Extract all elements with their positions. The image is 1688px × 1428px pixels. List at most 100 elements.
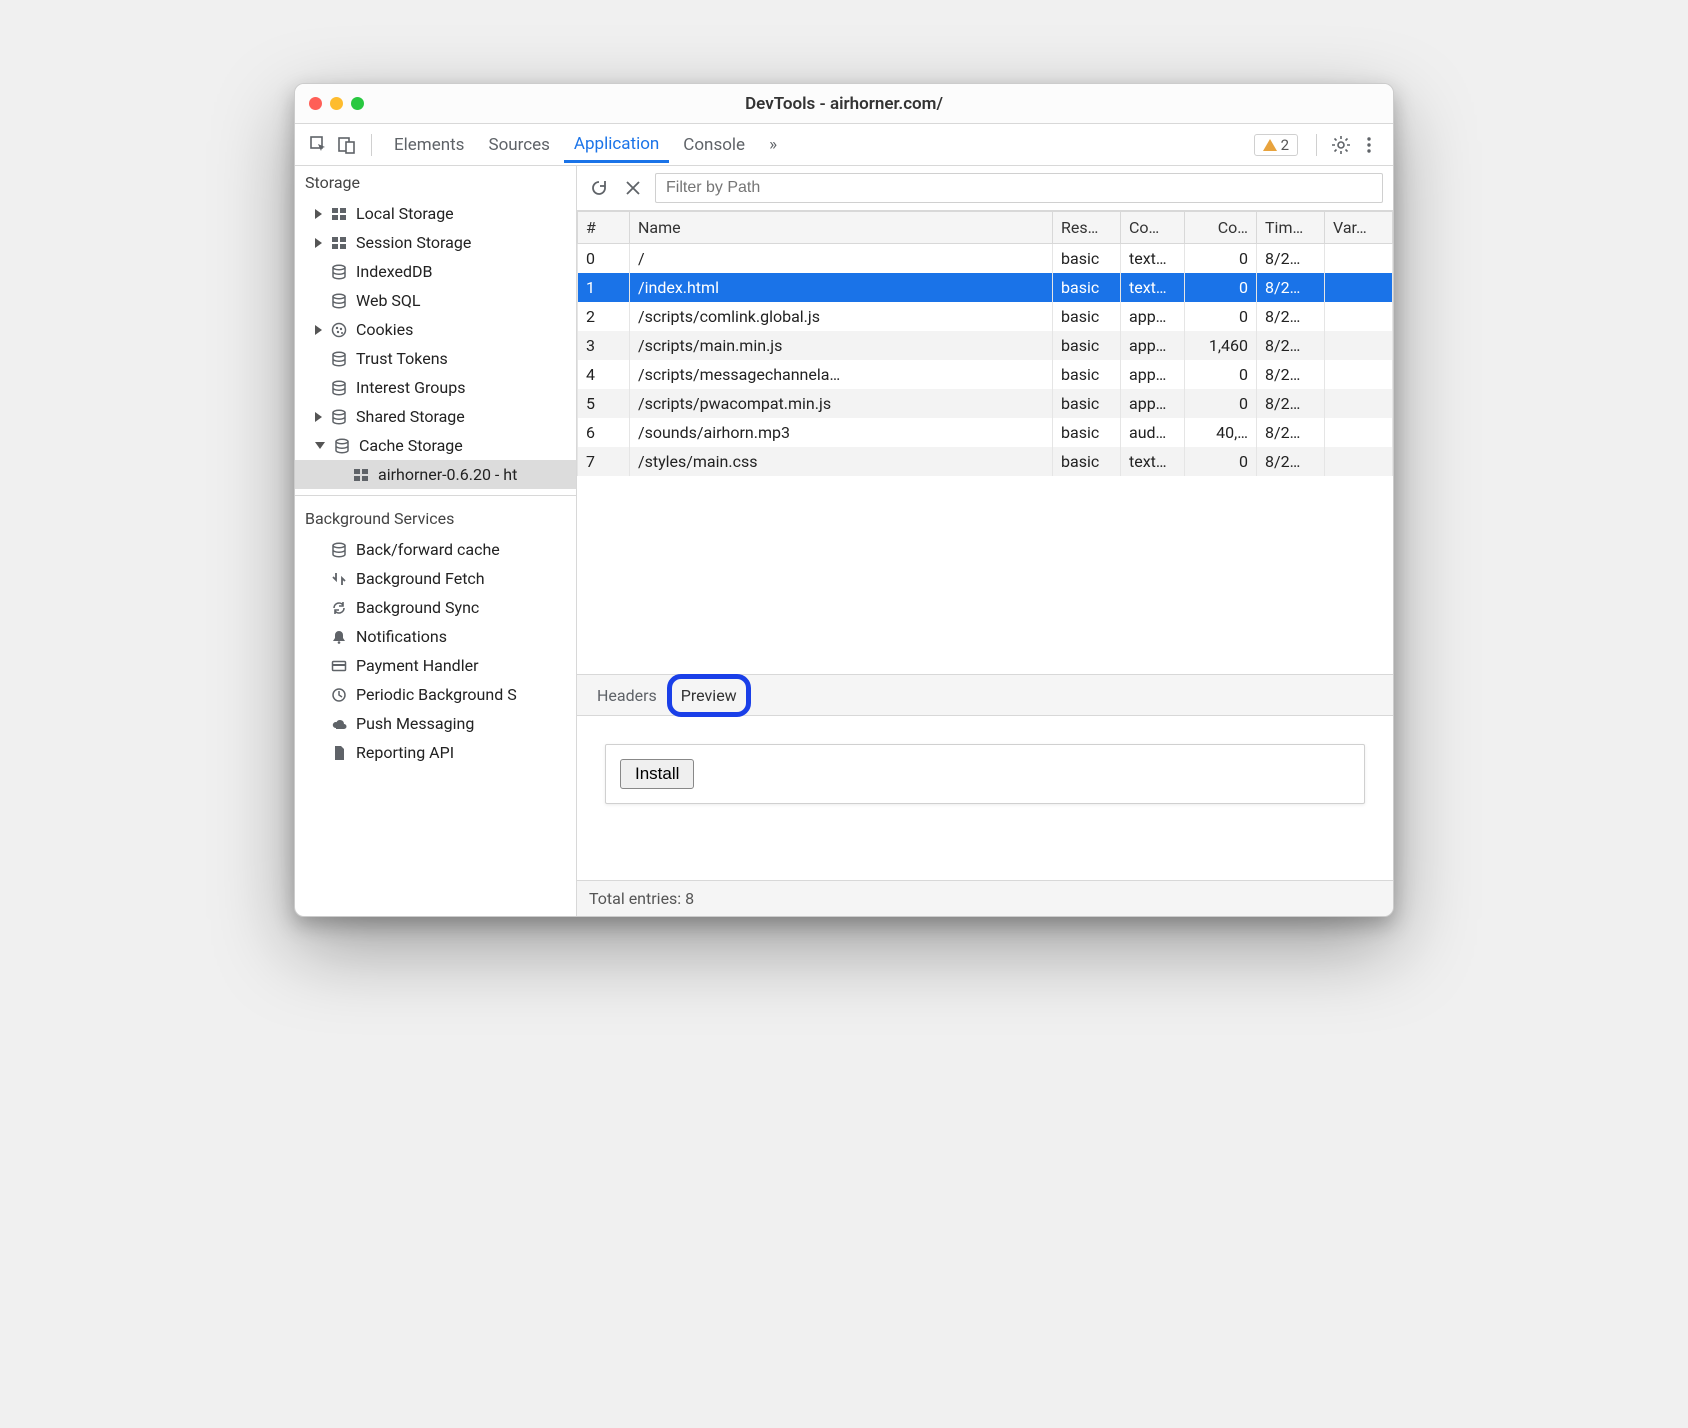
section-storage: Storage <box>295 166 576 199</box>
sidebar-item-periodic-background-s[interactable]: Periodic Background S <box>295 680 576 709</box>
grid-icon <box>330 205 348 223</box>
sidebar-item-label: Periodic Background S <box>356 685 517 704</box>
separator <box>1316 134 1317 156</box>
spacer <box>315 354 322 364</box>
divider <box>295 495 576 496</box>
kebab-icon[interactable] <box>1357 133 1381 157</box>
sidebar-item-web-sql[interactable]: Web SQL <box>295 286 576 315</box>
sidebar-item-cookies[interactable]: Cookies <box>295 315 576 344</box>
sidebar-item-interest-groups[interactable]: Interest Groups <box>295 373 576 402</box>
window-controls <box>309 97 364 110</box>
sidebar-item-label: Push Messaging <box>356 714 474 733</box>
sidebar-item-background-fetch[interactable]: Background Fetch <box>295 564 576 593</box>
chevron-icon[interactable] <box>315 325 322 335</box>
cell-co2: 0 <box>1185 244 1257 274</box>
cell-co2: 0 <box>1185 273 1257 302</box>
table-row[interactable]: 7/styles/main.cssbasictext…08/2… <box>578 447 1393 476</box>
clear-icon[interactable] <box>621 176 645 200</box>
sidebar-item-back-forward-cache[interactable]: Back/forward cache <box>295 535 576 564</box>
sidebar-item-label: airhorner-0.6.20 - ht <box>378 465 517 484</box>
table-row[interactable]: 4/scripts/messagechannela…basicapp…08/2… <box>578 360 1393 389</box>
sidebar-item-trust-tokens[interactable]: Trust Tokens <box>295 344 576 373</box>
chevron-icon[interactable] <box>315 209 322 219</box>
table-row[interactable]: 2/scripts/comlink.global.jsbasicapp…08/2… <box>578 302 1393 331</box>
sidebar-item-indexeddb[interactable]: IndexedDB <box>295 257 576 286</box>
sidebar-item-cache-storage[interactable]: Cache Storage <box>295 431 576 460</box>
table-row[interactable]: 0/basictext…08/2… <box>578 244 1393 274</box>
col-header[interactable]: Var… <box>1325 212 1393 244</box>
cell-co2: 40,… <box>1185 418 1257 447</box>
table-row[interactable]: 6/sounds/airhorn.mp3basicaud…40,…8/2… <box>578 418 1393 447</box>
cell-tim: 8/2… <box>1257 244 1325 274</box>
device-icon[interactable] <box>335 133 359 157</box>
tab-overflow[interactable]: » <box>759 127 787 163</box>
col-header[interactable]: Tim… <box>1257 212 1325 244</box>
sidebar-item-label: Background Sync <box>356 598 479 617</box>
sidebar-item-label: Cache Storage <box>359 436 463 455</box>
window-title: DevTools - airhorner.com/ <box>309 94 1379 114</box>
cell-idx: 1 <box>578 273 630 302</box>
tab-elements[interactable]: Elements <box>384 127 474 163</box>
cell-name: /index.html <box>630 273 1053 302</box>
cell-var <box>1325 331 1393 360</box>
sidebar-item-payment-handler[interactable]: Payment Handler <box>295 651 576 680</box>
grid-icon <box>330 234 348 252</box>
install-button[interactable]: Install <box>620 759 694 789</box>
cell-res: basic <box>1053 360 1121 389</box>
db-icon <box>330 379 348 397</box>
chevron-icon[interactable] <box>315 238 322 248</box>
sidebar-item-local-storage[interactable]: Local Storage <box>295 199 576 228</box>
bell-icon <box>330 628 348 646</box>
doc-icon <box>330 744 348 762</box>
sidebar-item-background-sync[interactable]: Background Sync <box>295 593 576 622</box>
tab-sources[interactable]: Sources <box>478 127 559 163</box>
inspect-icon[interactable] <box>307 133 331 157</box>
db-icon <box>330 541 348 559</box>
tab-application[interactable]: Application <box>564 126 669 163</box>
cell-co1: app… <box>1121 302 1185 331</box>
sidebar-item-session-storage[interactable]: Session Storage <box>295 228 576 257</box>
sidebar-item-label: Web SQL <box>356 291 421 310</box>
warnings-badge[interactable]: 2 <box>1254 134 1298 156</box>
table-row[interactable]: 3/scripts/main.min.jsbasicapp…1,4608/2… <box>578 331 1393 360</box>
tab-headers[interactable]: Headers <box>587 678 667 713</box>
col-header[interactable]: Co… <box>1121 212 1185 244</box>
chevron-icon[interactable] <box>315 442 325 449</box>
table-row[interactable]: 5/scripts/pwacompat.min.jsbasicapp…08/2… <box>578 389 1393 418</box>
cell-res: basic <box>1053 244 1121 274</box>
sidebar-item-label: Background Fetch <box>356 569 485 588</box>
cell-idx: 2 <box>578 302 630 331</box>
cell-idx: 6 <box>578 418 630 447</box>
filter-input[interactable] <box>655 173 1383 203</box>
close-icon[interactable] <box>309 97 322 110</box>
chevron-icon[interactable] <box>315 412 322 422</box>
zoom-icon[interactable] <box>351 97 364 110</box>
sidebar-item-reporting-api[interactable]: Reporting API <box>295 738 576 767</box>
content: Storage Local Storage Session StorageInde… <box>295 166 1393 916</box>
sidebar-item-label: Local Storage <box>356 204 454 223</box>
sidebar-item-push-messaging[interactable]: Push Messaging <box>295 709 576 738</box>
sidebar-item-shared-storage[interactable]: Shared Storage <box>295 402 576 431</box>
sidebar-item-airhorner-0-6-20-ht[interactable]: airhorner-0.6.20 - ht <box>295 460 576 489</box>
filter-bar <box>577 166 1393 211</box>
gear-icon[interactable] <box>1329 133 1353 157</box>
cell-name: /scripts/pwacompat.min.js <box>630 389 1053 418</box>
cell-name: /scripts/main.min.js <box>630 331 1053 360</box>
col-header[interactable]: Co… <box>1185 212 1257 244</box>
tab-console[interactable]: Console <box>673 127 755 163</box>
cell-name: /styles/main.css <box>630 447 1053 476</box>
sidebar-item-notifications[interactable]: Notifications <box>295 622 576 651</box>
cell-tim: 8/2… <box>1257 331 1325 360</box>
db-icon <box>330 292 348 310</box>
sidebar-item-label: Back/forward cache <box>356 540 500 559</box>
warning-icon <box>1263 139 1277 151</box>
minimize-icon[interactable] <box>330 97 343 110</box>
col-header[interactable]: # <box>578 212 630 244</box>
col-header[interactable]: Res… <box>1053 212 1121 244</box>
tab-preview[interactable]: Preview <box>671 678 747 713</box>
cell-var <box>1325 447 1393 476</box>
sidebar: Storage Local Storage Session StorageInde… <box>295 166 577 916</box>
table-row[interactable]: 1/index.htmlbasictext…08/2… <box>578 273 1393 302</box>
col-header[interactable]: Name <box>630 212 1053 244</box>
refresh-icon[interactable] <box>587 176 611 200</box>
